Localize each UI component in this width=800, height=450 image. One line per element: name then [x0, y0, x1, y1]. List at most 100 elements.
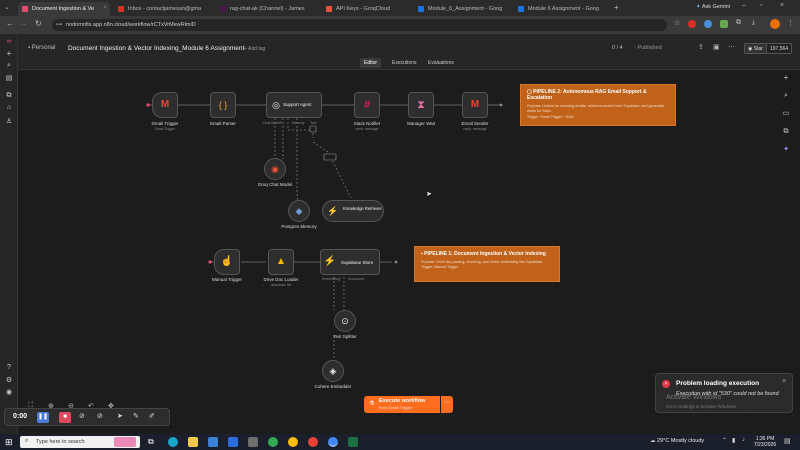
chrome-icon[interactable]: [288, 437, 298, 447]
site-info-icon[interactable]: ⊶: [56, 21, 62, 28]
support-agent-node[interactable]: ◎ Support Agent: [266, 92, 322, 118]
back-icon[interactable]: ←: [6, 19, 14, 28]
settings-icon[interactable]: ⚙: [3, 376, 15, 384]
tab-label: Module_6_Assignment - Goog: [428, 6, 503, 12]
overview-icon[interactable]: ▤: [3, 74, 15, 82]
ai-sparkle-icon[interactable]: ✦: [780, 144, 792, 156]
pause-recording-button[interactable]: ❚❚: [37, 412, 49, 423]
manager-wait-node[interactable]: ⧗: [408, 92, 434, 118]
search-icon[interactable]: ⌕: [3, 62, 15, 70]
extension-icon[interactable]: [704, 20, 712, 28]
extension-icon[interactable]: [720, 20, 728, 28]
help-icon[interactable]: ?: [3, 364, 15, 371]
tab-executions[interactable]: Executions: [388, 58, 420, 68]
volume-icon[interactable]: ♪: [742, 437, 745, 443]
stop-recording-button[interactable]: ■: [59, 412, 71, 423]
chrome-icon[interactable]: [308, 437, 318, 447]
new-tab-button[interactable]: +: [614, 3, 619, 12]
tab-gmail[interactable]: Inbox - contactjamesan@gma: [114, 2, 212, 16]
camera-off-icon[interactable]: ⊘: [97, 412, 103, 420]
postgres-memory-node[interactable]: ◆: [288, 200, 310, 222]
tray-chevron-icon[interactable]: ⌃: [722, 437, 727, 444]
user-icon[interactable]: ♙: [3, 117, 15, 125]
user-avatar-icon[interactable]: ◉: [3, 388, 15, 398]
gmail-trigger-node[interactable]: M: [152, 92, 178, 118]
forward-icon[interactable]: →: [20, 19, 28, 28]
pen-tool-icon[interactable]: ✎: [133, 412, 139, 420]
chrome-active-icon[interactable]: [328, 437, 338, 447]
manual-trigger-node[interactable]: ☝: [214, 249, 240, 275]
text-splitter-node[interactable]: ⊙: [334, 310, 356, 332]
network-icon[interactable]: ▮: [732, 437, 735, 444]
taskbar-search-field[interactable]: ⌕ Type here to search: [20, 436, 140, 448]
sticky-note-pipeline-2[interactable]: ▢ PIPELINE 2: Autonomous RAG Email Suppo…: [520, 84, 676, 126]
url-field[interactable]: ⊶ nodomnfis.app.n8n.cloud/workflow/rCTxV…: [52, 19, 667, 31]
extension-red-icon[interactable]: [688, 20, 696, 28]
workflow-title[interactable]: Document Ingestion & Vector Indexing_Mod…: [68, 45, 244, 52]
email-parser-node[interactable]: { }: [210, 92, 236, 118]
home-icon[interactable]: ⌂: [3, 104, 15, 111]
reload-icon[interactable]: ↻: [35, 19, 42, 28]
tab-editor[interactable]: Editor: [360, 58, 382, 68]
share-icon[interactable]: ⇪: [698, 43, 704, 51]
highlighter-icon[interactable]: ✐: [149, 412, 155, 420]
cohere-embedder-node[interactable]: ◈: [322, 360, 344, 382]
tab-groq[interactable]: API Keys - GroqCloud: [322, 2, 412, 16]
templates-icon[interactable]: ⧉: [3, 92, 15, 100]
maximize-window-icon[interactable]: ▫: [760, 2, 762, 9]
add-tag-button[interactable]: + Add tag: [244, 46, 265, 52]
slack-notifier-node[interactable]: #: [354, 92, 380, 118]
execute-workflow-button[interactable]: ⚗ Execute workflow from Gmail Trigger: [364, 396, 440, 413]
downloads-icon[interactable]: ⤓: [752, 19, 755, 27]
edge-icon[interactable]: [168, 437, 178, 447]
save-icon[interactable]: ▣: [713, 43, 720, 51]
tab-google-doc-1[interactable]: Module_6_Assignment - Goog: [414, 2, 510, 16]
supabase-store-node[interactable]: ⚡ Supabase Store: [320, 249, 380, 275]
sticky-note-pipeline-1[interactable]: ▪ PIPELINE 1: Document Ingestion & Vecto…: [414, 246, 560, 282]
windows-start-icon[interactable]: ⊞: [5, 437, 13, 448]
search-nodes-icon[interactable]: ⌕: [780, 90, 792, 102]
tab-evaluations[interactable]: Evaluations: [424, 58, 458, 68]
tab-search-icon[interactable]: ⌄: [4, 3, 13, 12]
weather-widget[interactable]: ☁ 29°C Mostly cloudy: [650, 438, 704, 444]
more-options-icon[interactable]: ⋯: [728, 43, 735, 51]
add-icon[interactable]: +: [3, 49, 15, 58]
excel-icon[interactable]: [348, 437, 358, 447]
task-view-icon[interactable]: ⧉: [148, 437, 154, 447]
close-tab-icon[interactable]: ×: [103, 5, 107, 11]
tab-slack[interactable]: rag-chat-ak (Channel) - James: [216, 2, 318, 16]
tab-n8n-workflow[interactable]: Document Ingestion & Ve ×: [18, 2, 110, 16]
ask-gemini-button[interactable]: ✦ Ask Gemini: [692, 3, 734, 13]
workspace-breadcrumb[interactable]: ▪ Personal: [28, 45, 55, 51]
file-explorer-icon[interactable]: [188, 437, 198, 447]
minimize-window-icon[interactable]: –: [742, 2, 746, 9]
browser-menu-icon[interactable]: ⋮: [787, 19, 794, 27]
pointer-tool-icon[interactable]: ➤: [117, 412, 123, 420]
knowledge-retriever-node[interactable]: ⚡ Knowledge Retriever: [322, 200, 384, 222]
error-icon: ×: [662, 380, 670, 388]
app-icon[interactable]: [248, 437, 258, 447]
drive-doc-loader-node[interactable]: ▲: [268, 249, 294, 275]
sticky-note-icon[interactable]: ▭: [780, 108, 792, 120]
groq-chat-model-node[interactable]: ◉: [264, 158, 286, 180]
store-icon[interactable]: [228, 437, 238, 447]
supabase-icon: ⚡: [323, 256, 337, 267]
published-toggle[interactable]: ◦ Published: [634, 45, 662, 51]
email-sender-node[interactable]: M: [462, 92, 488, 118]
extensions-puzzle-icon[interactable]: ⧉: [736, 19, 741, 27]
close-window-icon[interactable]: ×: [780, 2, 784, 9]
notifications-icon[interactable]: ▤: [784, 437, 791, 445]
execute-options-button[interactable]: ⋯: [441, 396, 453, 413]
close-toast-icon[interactable]: ×: [782, 378, 786, 385]
assistant-icon[interactable]: ⧉: [780, 126, 792, 138]
profile-avatar[interactable]: [770, 19, 780, 29]
mail-icon[interactable]: [208, 437, 218, 447]
mic-off-icon[interactable]: ⊘: [79, 412, 85, 420]
add-node-icon[interactable]: +: [780, 72, 792, 84]
chrome-icon[interactable]: [268, 437, 278, 447]
github-star-button[interactable]: ◉ Star: [744, 43, 767, 54]
bookmark-star-icon[interactable]: ☆: [674, 19, 680, 27]
gmail-icon: M: [470, 99, 480, 110]
tab-google-doc-2[interactable]: Module 6 Assignment - Goog: [514, 2, 610, 16]
n8n-logo-icon[interactable]: ∞: [3, 38, 15, 45]
